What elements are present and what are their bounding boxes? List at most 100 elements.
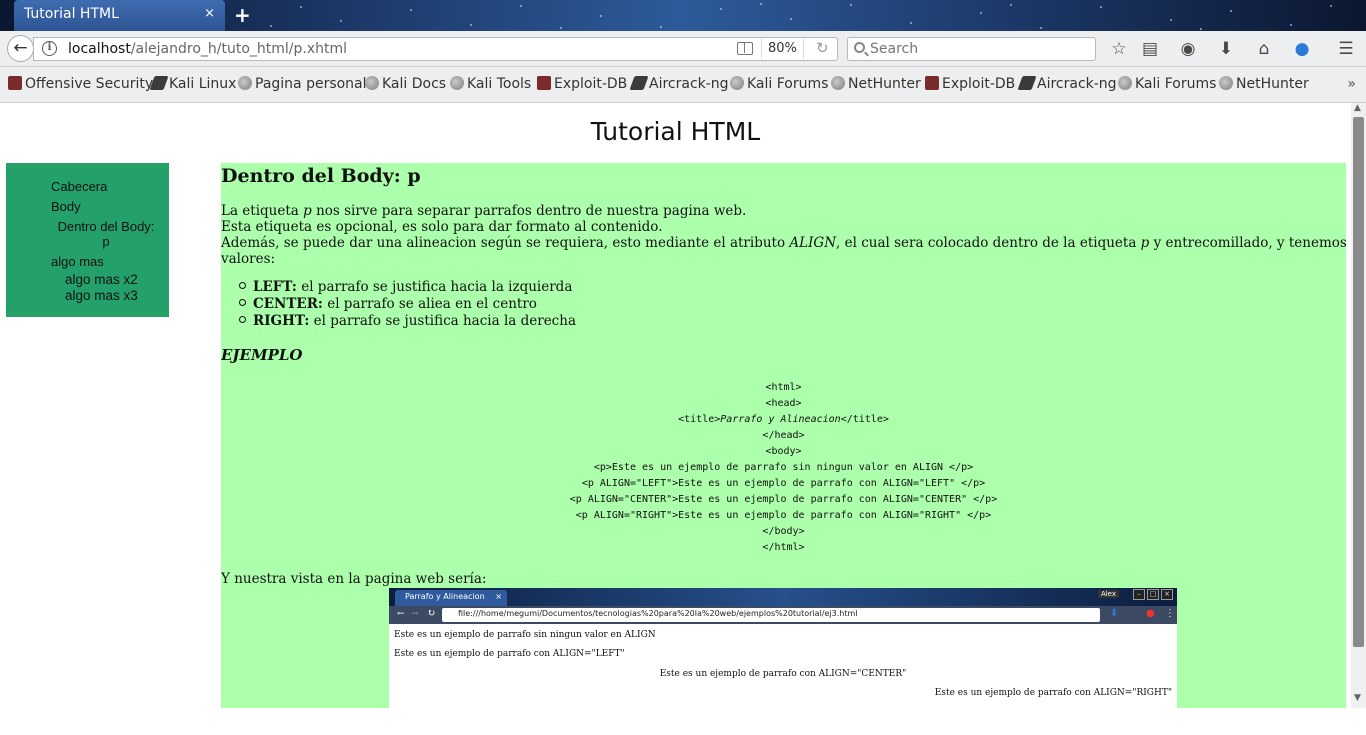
globe-icon [1118, 76, 1132, 90]
scroll-down-icon[interactable]: ▼ [1354, 693, 1361, 703]
sidebar-item-body[interactable]: Body [51, 199, 81, 214]
tab-title: Tutorial HTML [24, 6, 119, 22]
url-bar[interactable]: i localhost/alejandro_h/tuto_html/p.xhtm… [33, 37, 838, 61]
offensive-security-icon [8, 76, 22, 90]
page-scrollbar[interactable]: ▲ ▼ [1351, 103, 1366, 708]
embedded-paragraph-left: Este es un ejemplo de parrafo con ALIGN=… [394, 649, 625, 659]
embedded-tab-strip: Parrafo y Alineacion × Alex – □ × [389, 588, 1177, 606]
sidebar-item-algo-mas-x2[interactable]: algo mas x2 [65, 272, 138, 287]
background-star [850, 4, 852, 6]
code-line: <html> [765, 382, 802, 393]
globe-icon [730, 76, 744, 90]
example-heading: EJEMPLO [221, 346, 303, 364]
navigation-toolbar: ← i localhost/alejandro_h/tuto_html/p.xh… [0, 31, 1366, 67]
embedded-minimize-icon: – [1133, 589, 1145, 600]
bookmark-aircrack-ng-2[interactable]: Aircrack-ng [1017, 76, 1117, 92]
search-input[interactable] [870, 39, 1090, 59]
embedded-menu-icon: ⋮ [1165, 608, 1175, 619]
code-line: <p ALIGN="CENTER">Este es un ejemplo de … [569, 494, 998, 505]
embedded-user-badge: Alex [1097, 590, 1119, 598]
menu-icon[interactable]: ☰ [1336, 39, 1356, 59]
url-host: localhost [68, 41, 131, 57]
scroll-thumb[interactable] [1353, 117, 1364, 647]
bookmark-kali-tools[interactable]: Kali Tools [450, 76, 531, 92]
url-path: /alejandro_h/tuto_html/p.xhtml [130, 41, 348, 57]
bookmark-pagina-personal[interactable]: Pagina personal [238, 76, 367, 92]
embedded-reload-icon: ↻ [427, 608, 436, 619]
search-bar[interactable] [847, 37, 1096, 61]
bookmark-nethunter[interactable]: NetHunter [831, 76, 921, 92]
bookmark-kali-docs[interactable]: Kali Docs [365, 76, 446, 92]
bookmark-kali-forums-2[interactable]: Kali Forums [1118, 76, 1216, 92]
code-line: </html> [762, 542, 805, 553]
addon-icon[interactable]: ● [1292, 39, 1312, 59]
background-star [1230, 10, 1232, 12]
sidebar-item-dentro-del-body[interactable]: Dentro del Body: p [56, 219, 156, 249]
embedded-extension-icon: ● [1146, 608, 1155, 619]
sidebar-nav: Cabecera Body Dentro del Body: p algo mas… [6, 163, 169, 317]
embedded-close-window-icon: × [1161, 589, 1173, 600]
bookmark-nethunter-2[interactable]: NetHunter [1219, 76, 1309, 92]
new-tab-button[interactable]: + [234, 3, 251, 27]
code-line: <title>Parrafo y Alineacion</title> [678, 414, 889, 425]
background-star [1170, 19, 1172, 21]
exploit-db-icon [537, 76, 551, 90]
pocket-icon[interactable]: ◉ [1178, 39, 1198, 59]
list-item: RIGHT: el parrafo se justifica hacia la … [239, 313, 576, 330]
embedded-back-icon: ← [397, 609, 405, 619]
scroll-up-icon[interactable]: ▲ [1354, 103, 1361, 113]
code-line: </head> [762, 430, 805, 441]
list-item: CENTER: el parrafo se aliea en el centro [239, 296, 576, 313]
library-icon[interactable]: ▤ [1140, 39, 1160, 59]
bookmark-exploit-db[interactable]: Exploit-DB [537, 76, 627, 92]
code-line: <p ALIGN="RIGHT">Este es un ejemplo de p… [575, 510, 992, 521]
bookmark-kali-linux[interactable]: Kali Linux [149, 76, 236, 92]
list-item: LEFT: el parrafo se justifica hacia la i… [239, 279, 576, 296]
paragraph-1: La etiqueta p nos sirve para separar par… [221, 203, 747, 219]
bookmarks-overflow-button[interactable]: » [1347, 76, 1356, 92]
reader-view-icon[interactable] [737, 42, 753, 55]
sidebar-item-algo-mas-x3[interactable]: algo mas x3 [65, 288, 138, 303]
bookmark-star-icon[interactable]: ☆ [1109, 39, 1129, 59]
background-star [1040, 27, 1042, 29]
background-star [1330, 5, 1332, 7]
aircrack-icon [629, 76, 649, 90]
content-heading: Dentro del Body: p [221, 165, 421, 187]
code-line: <p>Este es un ejemplo de parrafo sin nin… [593, 462, 974, 473]
embedded-close-icon: × [495, 592, 502, 601]
paragraph-3-continued: valores: [221, 251, 276, 267]
globe-icon [365, 76, 379, 90]
embedded-url-bar: file:///home/megumi/Documentos/tecnologi… [442, 608, 1100, 622]
embedded-forward-icon: → [411, 609, 419, 619]
back-button[interactable]: ← [7, 35, 34, 62]
background-star [520, 5, 522, 7]
background-star [1010, 4, 1012, 6]
globe-icon [450, 76, 464, 90]
bookmark-aircrack-ng[interactable]: Aircrack-ng [629, 76, 729, 92]
url-text[interactable]: localhost/alejandro_h/tuto_html/p.xhtml [68, 41, 347, 57]
site-info-icon[interactable]: i [42, 41, 57, 56]
bookmark-exploit-db-2[interactable]: Exploit-DB [925, 76, 1015, 92]
home-icon[interactable]: ⌂ [1254, 39, 1274, 59]
bookmark-kali-forums[interactable]: Kali Forums [730, 76, 828, 92]
background-star [980, 12, 982, 14]
background-star [720, 8, 722, 10]
reload-icon[interactable]: ↻ [816, 39, 829, 57]
background-star [1200, 28, 1202, 30]
tab-tutorial-html[interactable]: Tutorial HTML × [14, 0, 225, 31]
embedded-screenshot: Parrafo y Alineacion × Alex – □ × ← → ↻ … [389, 588, 1177, 708]
bookmark-offensive-security[interactable]: Offensive Security [8, 76, 153, 92]
bookmarks-toolbar: Offensive Security Kali Linux Pagina per… [0, 67, 1366, 103]
sidebar-item-cabecera[interactable]: Cabecera [51, 179, 107, 194]
close-tab-icon[interactable]: × [204, 6, 215, 21]
background-star [1290, 24, 1292, 26]
sidebar-item-algo-mas[interactable]: algo mas [51, 254, 104, 269]
globe-icon [1219, 76, 1233, 90]
code-line: <head> [765, 398, 802, 409]
main-content: Dentro del Body: p La etiqueta p nos sir… [221, 163, 1346, 708]
zoom-level-button[interactable]: 80% [761, 39, 804, 59]
downloads-icon[interactable]: ⬇ [1216, 39, 1236, 59]
embedded-paragraph-center: Este es un ejemplo de parrafo con ALIGN=… [659, 669, 907, 679]
embedded-paragraph-default: Este es un ejemplo de parrafo sin ningun… [394, 630, 656, 640]
background-star [270, 25, 272, 27]
